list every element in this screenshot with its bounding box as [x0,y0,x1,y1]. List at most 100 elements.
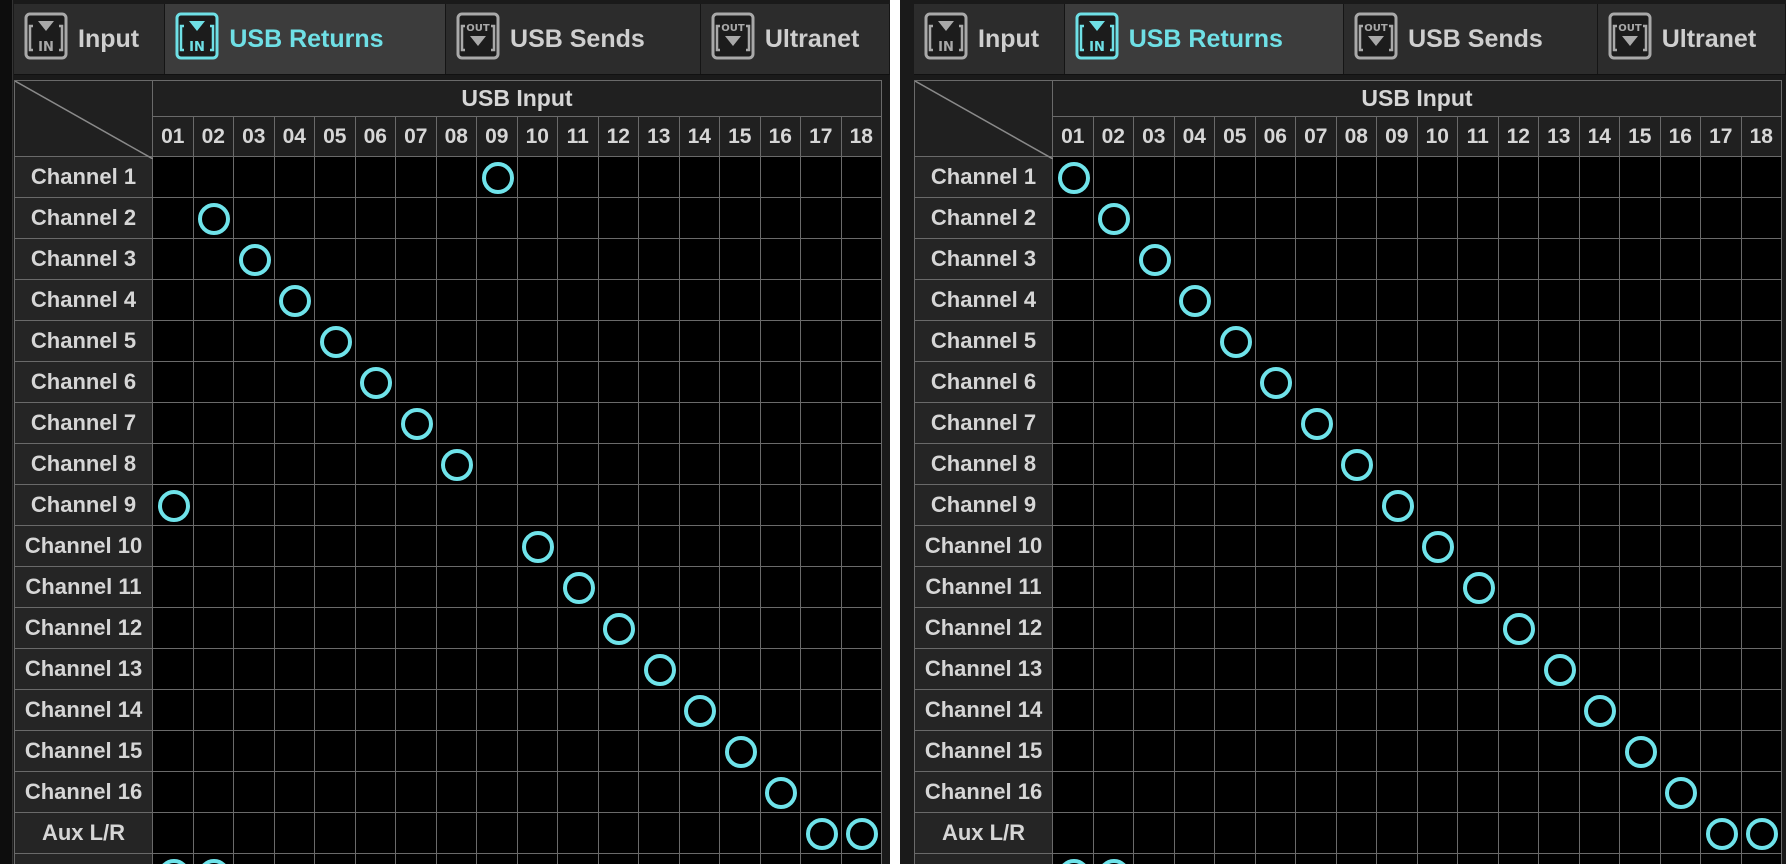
routing-cell[interactable] [1376,771,1418,813]
routing-cell[interactable] [314,853,356,864]
routing-cell[interactable] [1092,853,1134,864]
routing-cell[interactable] [152,853,194,864]
routing-cell[interactable] [273,771,315,813]
routing-cell[interactable] [1619,689,1661,731]
routing-cell[interactable] [1578,361,1620,403]
routing-cell[interactable] [638,156,680,198]
routing-cell[interactable] [1416,361,1458,403]
routing-cell[interactable] [273,525,315,567]
routing-cell[interactable] [1700,320,1742,362]
routing-cell[interactable] [395,812,437,854]
routing-cell[interactable] [1295,484,1337,526]
routing-cell[interactable] [1497,238,1539,280]
routing-cell[interactable] [800,853,842,864]
routing-cell[interactable] [1133,566,1175,608]
routing-cell[interactable] [557,812,599,854]
routing-cell[interactable] [1376,156,1418,198]
routing-cell[interactable] [1578,812,1620,854]
routing-cell[interactable] [597,279,639,321]
routing-cell[interactable] [1497,607,1539,649]
routing-cell[interactable] [638,443,680,485]
routing-cell[interactable] [1659,607,1701,649]
routing-cell[interactable] [1133,730,1175,772]
routing-cell[interactable] [719,402,761,444]
routing-cell[interactable] [1416,730,1458,772]
routing-cell[interactable] [678,320,720,362]
routing-cell[interactable] [273,238,315,280]
routing-cell[interactable] [1335,197,1377,239]
routing-cell[interactable] [1740,156,1782,198]
routing-cell[interactable] [192,566,234,608]
routing-cell[interactable] [233,566,275,608]
routing-cell[interactable] [1295,279,1337,321]
routing-cell[interactable] [1740,730,1782,772]
routing-cell[interactable] [1538,361,1580,403]
routing-cell[interactable] [597,689,639,731]
routing-cell[interactable] [1740,279,1782,321]
routing-cell[interactable] [1740,443,1782,485]
routing-cell[interactable] [840,197,882,239]
routing-cell[interactable] [638,566,680,608]
routing-cell[interactable] [1416,525,1458,567]
routing-cell[interactable] [192,689,234,731]
routing-cell[interactable] [1659,853,1701,864]
routing-cell[interactable] [1538,566,1580,608]
routing-cell[interactable] [1173,402,1215,444]
routing-cell[interactable] [1254,443,1296,485]
routing-cell[interactable] [516,607,558,649]
routing-cell[interactable] [1457,525,1499,567]
routing-cell[interactable] [1659,566,1701,608]
routing-cell[interactable] [1376,730,1418,772]
routing-cell[interactable] [800,607,842,649]
routing-cell[interactable] [1578,484,1620,526]
routing-cell[interactable] [638,402,680,444]
routing-cell[interactable] [1497,197,1539,239]
routing-cell[interactable] [1214,771,1256,813]
routing-cell[interactable] [1457,156,1499,198]
routing-cell[interactable] [1335,566,1377,608]
routing-cell[interactable] [1700,607,1742,649]
routing-cell[interactable] [1497,279,1539,321]
routing-cell[interactable] [192,156,234,198]
routing-cell[interactable] [1416,402,1458,444]
routing-cell[interactable] [1335,730,1377,772]
routing-cell[interactable] [800,812,842,854]
routing-cell[interactable] [1214,402,1256,444]
routing-cell[interactable] [152,443,194,485]
routing-cell[interactable] [1578,566,1620,608]
routing-cell[interactable] [1457,320,1499,362]
routing-cell[interactable] [759,853,801,864]
routing-cell[interactable] [1376,566,1418,608]
routing-cell[interactable] [719,648,761,690]
routing-cell[interactable] [516,238,558,280]
routing-cell[interactable] [1457,402,1499,444]
routing-cell[interactable] [1578,607,1620,649]
routing-cell[interactable] [192,771,234,813]
routing-cell[interactable] [273,279,315,321]
routing-cell[interactable] [1619,197,1661,239]
routing-cell[interactable] [395,853,437,864]
routing-cell[interactable] [840,853,882,864]
routing-cell[interactable] [840,402,882,444]
routing-cell[interactable] [395,361,437,403]
routing-cell[interactable] [1052,197,1094,239]
routing-cell[interactable] [638,689,680,731]
routing-cell[interactable] [597,443,639,485]
routing-cell[interactable] [678,812,720,854]
routing-cell[interactable] [1659,484,1701,526]
routing-cell[interactable] [1659,812,1701,854]
routing-cell[interactable] [152,197,194,239]
routing-cell[interactable] [800,730,842,772]
routing-cell[interactable] [1133,525,1175,567]
routing-cell[interactable] [557,853,599,864]
routing-cell[interactable] [800,156,842,198]
routing-cell[interactable] [1700,566,1742,608]
tab-input[interactable]: IN Input [14,4,166,74]
routing-cell[interactable] [1416,238,1458,280]
routing-cell[interactable] [1376,525,1418,567]
routing-cell[interactable] [840,320,882,362]
routing-cell[interactable] [678,279,720,321]
routing-cell[interactable] [435,238,477,280]
routing-cell[interactable] [192,443,234,485]
routing-cell[interactable] [1052,648,1094,690]
